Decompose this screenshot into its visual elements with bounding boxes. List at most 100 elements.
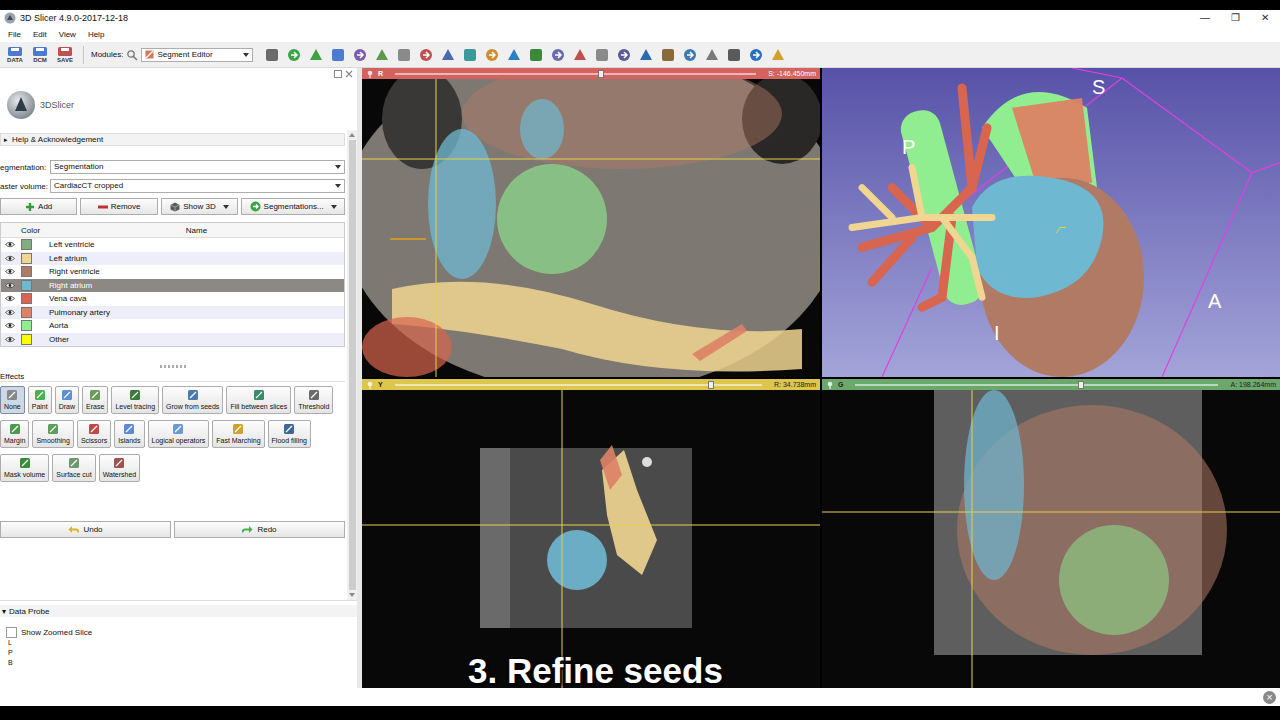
window-control[interactable]: ❐ bbox=[1220, 12, 1250, 24]
eye-icon[interactable] bbox=[5, 255, 15, 262]
effect-button[interactable]: Margin bbox=[0, 420, 29, 448]
eye-icon[interactable] bbox=[5, 322, 15, 329]
eye-icon[interactable] bbox=[5, 241, 15, 248]
effect-button[interactable]: Logical operators bbox=[148, 420, 210, 448]
toolbar-tool-icon[interactable] bbox=[440, 47, 456, 63]
3d-heart-model[interactable] bbox=[822, 68, 1280, 377]
toolbar-tool-icon[interactable] bbox=[770, 47, 786, 63]
toolbar-tool-icon[interactable] bbox=[484, 47, 500, 63]
segment-row[interactable]: Left atrium bbox=[1, 252, 344, 266]
effect-button[interactable]: Flood filling bbox=[268, 420, 311, 448]
slider-handle[interactable] bbox=[1078, 381, 1084, 389]
master-volume-selector[interactable]: CardiacCT cropped bbox=[50, 179, 345, 193]
pin-icon[interactable] bbox=[366, 70, 374, 78]
segment-color-swatch[interactable] bbox=[21, 293, 32, 304]
splitter-handle[interactable] bbox=[160, 365, 186, 368]
segment-color-swatch[interactable] bbox=[21, 253, 32, 264]
effect-button[interactable]: Threshold bbox=[294, 386, 333, 414]
redo-button[interactable]: Redo bbox=[174, 521, 345, 538]
panel-scrollbar[interactable] bbox=[347, 130, 357, 600]
eye-icon[interactable] bbox=[5, 282, 15, 289]
show-zoomed-slice-checkbox[interactable]: Show Zoomed Slice bbox=[0, 627, 357, 638]
effect-button[interactable]: Grow from seeds bbox=[162, 386, 223, 414]
effect-button[interactable]: Erase bbox=[82, 386, 108, 414]
column-header[interactable]: Name bbox=[49, 226, 344, 235]
segment-row[interactable]: Right atrium bbox=[1, 279, 344, 293]
menu-item[interactable]: View bbox=[53, 28, 82, 42]
toolbar-tool-icon[interactable] bbox=[506, 47, 522, 63]
toolbar-tool-icon[interactable] bbox=[616, 47, 632, 63]
effect-button[interactable]: Fill between slices bbox=[226, 386, 291, 414]
segment-color-swatch[interactable] bbox=[21, 320, 32, 331]
toolbar-tool-icon[interactable] bbox=[660, 47, 676, 63]
toolbar-tool-icon[interactable] bbox=[638, 47, 654, 63]
help-section-toggle[interactable]: ▸Help & Acknowledgement bbox=[0, 133, 345, 146]
segment-row[interactable]: Pulmonary artery bbox=[1, 306, 344, 320]
menu-item[interactable]: Help bbox=[82, 28, 110, 42]
module-selector[interactable]: Segment Editor bbox=[141, 48, 253, 62]
slice-view[interactable]: GA: 198.264mm bbox=[822, 379, 1280, 688]
toolbar-tool-icon[interactable] bbox=[396, 47, 412, 63]
effect-button[interactable]: Surface cut bbox=[52, 454, 95, 482]
close-icon[interactable] bbox=[345, 70, 353, 78]
slice-offset-slider[interactable] bbox=[855, 384, 1218, 386]
load-button[interactable]: DATA bbox=[4, 46, 26, 64]
segment-action-button[interactable]: Add bbox=[0, 198, 77, 215]
dropdown-arrow-icon[interactable] bbox=[223, 205, 229, 209]
segment-color-swatch[interactable] bbox=[21, 280, 32, 291]
effect-button[interactable]: Mask volume bbox=[0, 454, 49, 482]
toolbar-tool-icon[interactable] bbox=[726, 47, 742, 63]
slice-view[interactable]: RS: -146.450mm bbox=[362, 68, 820, 377]
effect-button[interactable]: Smoothing bbox=[32, 420, 73, 448]
undock-icon[interactable] bbox=[334, 70, 342, 78]
segment-row[interactable]: Left ventricle bbox=[1, 238, 344, 252]
slice-view[interactable]: YR: 34.738mm bbox=[362, 379, 820, 688]
ct-slice-image[interactable] bbox=[822, 390, 1280, 688]
effect-button[interactable]: Paint bbox=[28, 386, 52, 414]
toolbar-tool-icon[interactable] bbox=[308, 47, 324, 63]
segment-row[interactable]: Right ventricle bbox=[1, 265, 344, 279]
toolbar-tool-icon[interactable] bbox=[572, 47, 588, 63]
toolbar-tool-icon[interactable] bbox=[682, 47, 698, 63]
effect-button[interactable]: Level tracing bbox=[111, 386, 159, 414]
effect-button[interactable]: None bbox=[0, 386, 25, 414]
segment-color-swatch[interactable] bbox=[21, 307, 32, 318]
window-control[interactable]: — bbox=[1190, 12, 1220, 24]
segment-color-swatch[interactable] bbox=[21, 266, 32, 277]
search-icon[interactable] bbox=[126, 49, 138, 61]
menu-item[interactable]: Edit bbox=[27, 28, 53, 42]
toolbar-tool-icon[interactable] bbox=[462, 47, 478, 63]
slice-offset-slider[interactable] bbox=[395, 73, 756, 75]
eye-icon[interactable] bbox=[5, 268, 15, 275]
segment-action-button[interactable]: Segmentations... bbox=[241, 198, 345, 215]
segment-row[interactable]: Vena cava bbox=[1, 292, 344, 306]
window-control[interactable]: ✕ bbox=[1250, 12, 1280, 24]
status-close-button[interactable]: × bbox=[1263, 691, 1276, 704]
segment-row[interactable]: Other bbox=[1, 333, 344, 347]
segment-color-swatch[interactable] bbox=[21, 334, 32, 345]
ct-slice-image[interactable] bbox=[362, 390, 820, 688]
pin-icon[interactable] bbox=[826, 381, 834, 389]
data-probe-toggle[interactable]: ▾Data Probe bbox=[0, 605, 357, 617]
toolbar-tool-icon[interactable] bbox=[550, 47, 566, 63]
pin-icon[interactable] bbox=[366, 381, 374, 389]
toolbar-tool-icon[interactable] bbox=[704, 47, 720, 63]
slider-handle[interactable] bbox=[708, 381, 714, 389]
dropdown-arrow-icon[interactable] bbox=[331, 205, 337, 209]
slider-handle[interactable] bbox=[598, 70, 604, 78]
toolbar-tool-icon[interactable] bbox=[374, 47, 390, 63]
load-button[interactable]: DCM bbox=[29, 46, 51, 64]
menu-item[interactable]: File bbox=[2, 28, 27, 42]
segment-color-swatch[interactable] bbox=[21, 239, 32, 250]
slice-offset-slider[interactable] bbox=[395, 384, 762, 386]
segment-row[interactable]: Aorta bbox=[1, 319, 344, 333]
load-button[interactable]: SAVE bbox=[54, 46, 76, 64]
segmentation-selector[interactable]: Segmentation bbox=[50, 160, 345, 174]
toolbar-tool-icon[interactable] bbox=[330, 47, 346, 63]
effect-button[interactable]: Watershed bbox=[99, 454, 141, 482]
toolbar-tool-icon[interactable] bbox=[418, 47, 434, 63]
ct-slice-image[interactable] bbox=[362, 79, 820, 377]
toolbar-tool-icon[interactable] bbox=[352, 47, 368, 63]
effect-button[interactable]: Fast Marching bbox=[212, 420, 264, 448]
3d-view[interactable]: SPAI bbox=[822, 68, 1280, 377]
